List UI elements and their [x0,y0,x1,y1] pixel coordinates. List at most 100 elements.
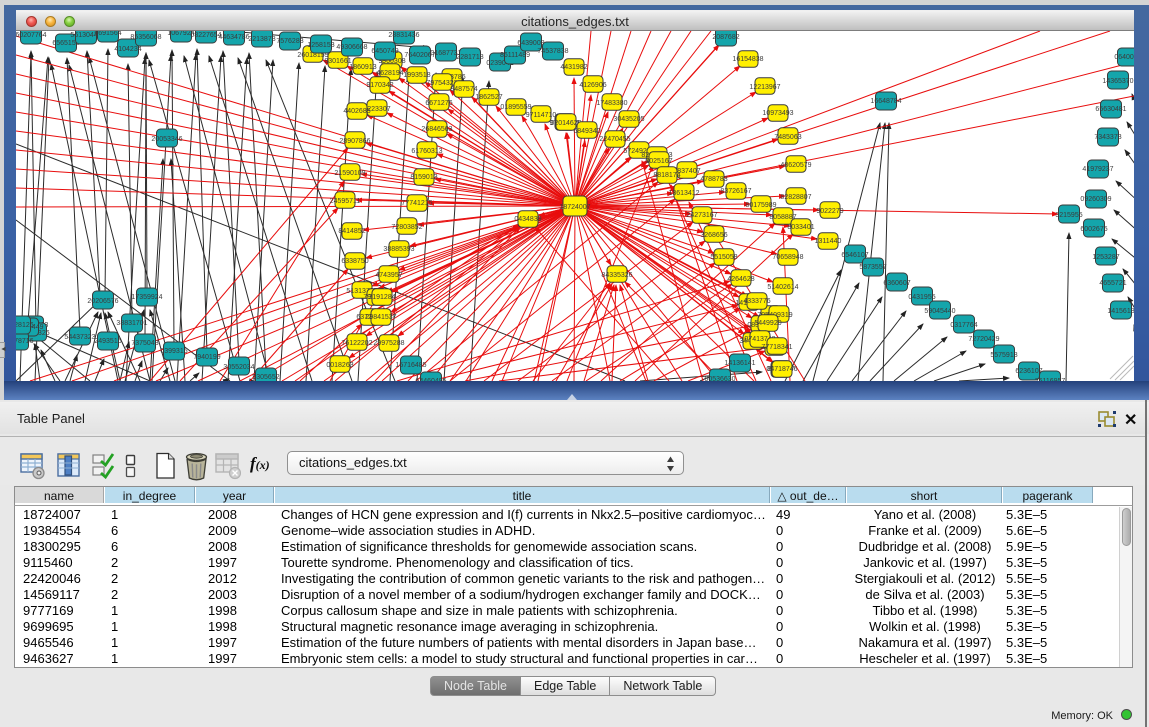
svg-text:5873557: 5873557 [859,264,886,271]
svg-text:2087682: 2087682 [712,34,739,41]
svg-text:70658948: 70658948 [772,254,803,261]
svg-text:7375043: 7375043 [131,340,158,347]
svg-text:26846563: 26846563 [421,126,452,133]
svg-text:1258153: 1258153 [307,42,334,49]
svg-text:4264628: 4264628 [727,276,754,283]
svg-text:2281718: 2281718 [456,54,483,61]
svg-text:08227654: 08227654 [190,32,221,39]
svg-text:8818174: 8818174 [653,172,680,179]
svg-text:20053346: 20053346 [151,136,182,143]
svg-text:4655721: 4655721 [1099,280,1126,287]
svg-text:0018263: 0018263 [326,362,353,369]
svg-text:1993518: 1993518 [403,72,430,79]
svg-text:86111489: 86111489 [500,52,530,59]
svg-text:17359924: 17359924 [131,294,162,301]
svg-text:1860913: 1860913 [349,64,376,71]
svg-text:85356068: 85356068 [130,34,161,41]
svg-text:72803852: 72803852 [391,224,422,231]
svg-text:13613412: 13613412 [668,190,699,197]
svg-text:59045440: 59045440 [924,308,955,315]
svg-text:15716485: 15716485 [395,362,426,369]
svg-text:28907866: 28907866 [339,138,370,145]
svg-text:17483380: 17483380 [596,100,627,107]
svg-text:24595711: 24595711 [330,198,361,205]
svg-text:1311440: 1311440 [815,238,842,245]
svg-text:30552034: 30552034 [223,364,254,371]
svg-text:3191284: 3191284 [368,294,395,301]
svg-text:77741215: 77741215 [401,200,432,207]
svg-text:60207764: 60207764 [16,32,47,39]
svg-text:30435205: 30435205 [613,116,644,123]
svg-text:5515058: 5515058 [710,254,737,261]
svg-text:7343373: 7343373 [1094,134,1121,141]
svg-text:4402685: 4402685 [343,108,370,115]
svg-text:7940199: 7940199 [193,354,220,361]
svg-text:83726167: 83726167 [720,188,751,195]
svg-text:10973493: 10973493 [762,110,793,117]
svg-text:01895559: 01895559 [500,104,531,111]
svg-text:4628194: 4628194 [376,70,403,77]
svg-text:80175989: 80175989 [745,202,776,209]
svg-text:60536630: 60536630 [704,376,735,381]
svg-text:2213878: 2213878 [248,36,275,43]
svg-text:04718746: 04718746 [766,366,797,373]
svg-text:6002675: 6002675 [1080,226,1107,233]
svg-text:6338750: 6338750 [341,258,368,265]
svg-text:4333776: 4333776 [743,298,770,305]
svg-text:4788783: 4788783 [700,176,727,183]
svg-text:77718341: 77718341 [761,344,792,351]
svg-text:8159013: 8159013 [410,174,437,181]
svg-text:7485063: 7485063 [774,134,801,141]
svg-text:9487574: 9487574 [450,86,477,93]
svg-text:6671276: 6671276 [425,100,452,107]
svg-text:2493516: 2493516 [94,338,121,345]
svg-text:14365370: 14365370 [1102,78,1133,85]
svg-text:9305652: 9305652 [252,374,279,381]
svg-text:49306668: 49306668 [336,44,367,51]
svg-text:1862527: 1862527 [475,94,502,101]
svg-text:4126906: 4126906 [579,82,606,89]
svg-text:97114710: 97114710 [526,112,557,119]
svg-text:8301661: 8301661 [324,58,351,65]
svg-text:4104234: 4104234 [114,46,141,53]
svg-text:0640037: 0640037 [1114,54,1134,61]
svg-text:26116957: 26116957 [1035,378,1066,381]
svg-text:0434839: 0434839 [514,216,541,223]
svg-text:3215955: 3215955 [1055,212,1082,219]
svg-text:13078716: 13078716 [16,338,34,345]
svg-text:6439008: 6439008 [517,40,544,47]
svg-text:29975288: 29975288 [373,340,404,347]
svg-text:76122202: 76122202 [341,340,372,347]
svg-text:14136141: 14136141 [724,360,755,367]
svg-text:20206576: 20206576 [87,298,118,305]
svg-text:3268656: 3268656 [700,232,727,239]
svg-text:28831436: 28831436 [388,32,419,39]
svg-text:12213967: 12213967 [749,84,780,91]
svg-text:4743957: 4743957 [375,272,402,279]
svg-text:72720429: 72720429 [968,336,999,343]
svg-text:38885393: 38885393 [383,246,414,253]
svg-text:6849340: 6849340 [573,128,600,135]
svg-text:1415618: 1415618 [1107,308,1134,315]
svg-text:1253287: 1253287 [1092,254,1119,261]
svg-text:65630481: 65630481 [1095,106,1126,113]
svg-text:84335326: 84335326 [601,272,632,279]
svg-text:0431955: 0431955 [908,294,935,301]
svg-text:8033401: 8033401 [787,224,814,231]
svg-text:6236107: 6236107 [1015,368,1042,375]
svg-text:6691564: 6691564 [94,31,121,37]
svg-text:38831701: 38831701 [116,320,147,327]
svg-text:41979237: 41979237 [1082,166,1113,173]
svg-text:21590109: 21590109 [334,170,365,177]
svg-text:09260309: 09260309 [1080,196,1111,203]
svg-text:48620579: 48620579 [780,162,811,169]
svg-text:51402614: 51402614 [767,284,798,291]
svg-text:18724007: 18724007 [559,204,590,211]
svg-text:9022279: 9022279 [816,208,843,215]
svg-text:61760313: 61760313 [411,148,442,155]
svg-text:0025167: 0025167 [645,158,672,165]
svg-text:7576283: 7576283 [276,38,303,45]
svg-text:29841537: 29841537 [365,314,396,321]
svg-text:16648784: 16648784 [870,98,901,105]
svg-text:16154838: 16154838 [732,56,763,63]
